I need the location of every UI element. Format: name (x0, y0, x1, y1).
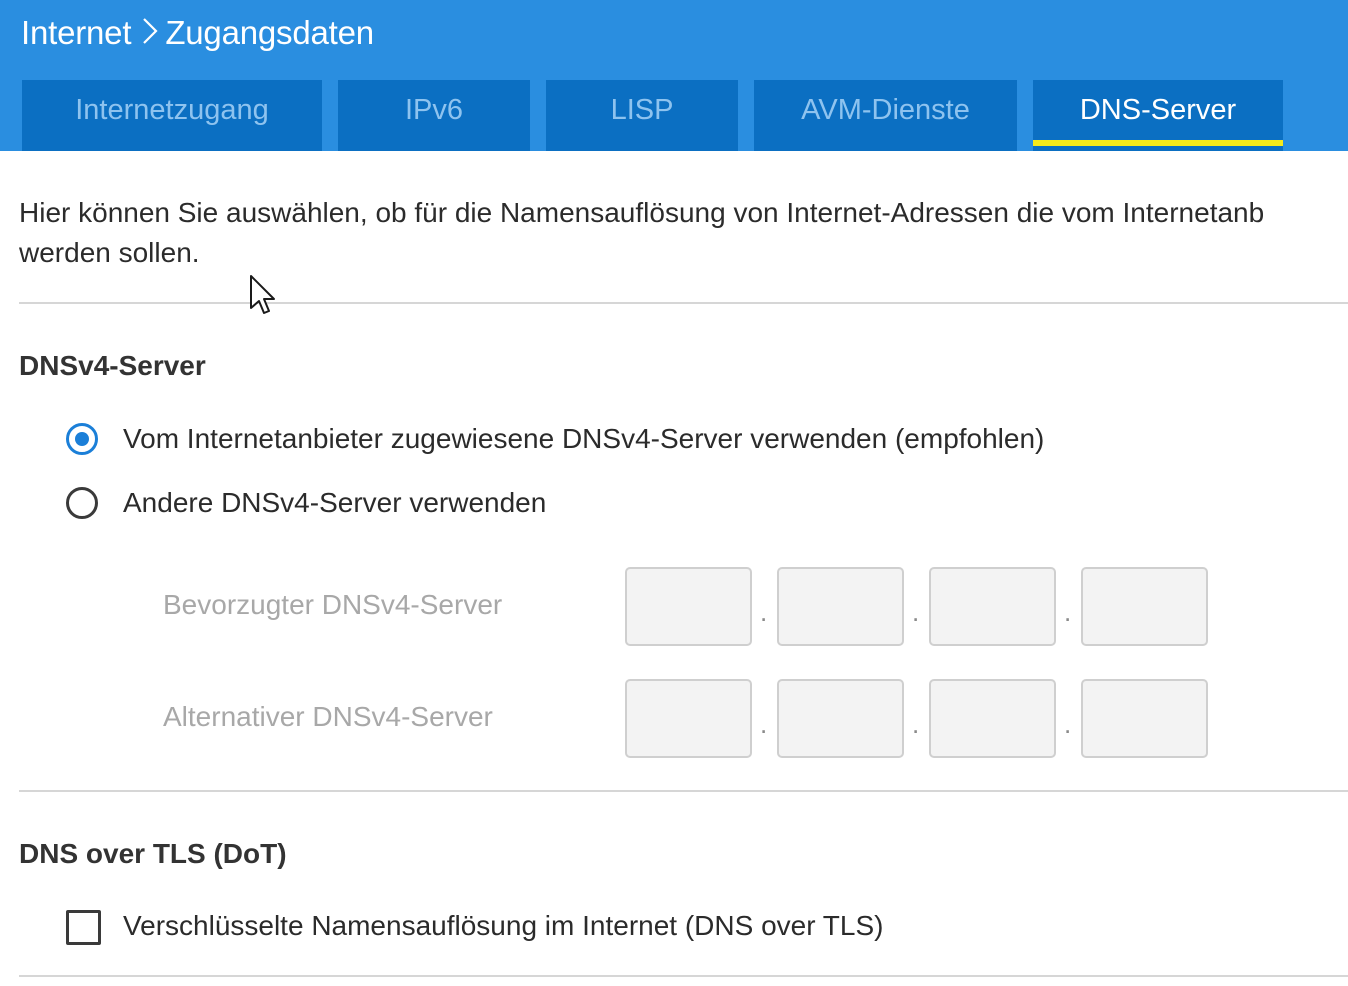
divider (19, 975, 1348, 977)
tab-ipv6[interactable]: IPv6 (338, 80, 530, 151)
preferred-dns-octet-4[interactable] (1081, 567, 1208, 646)
intro-text: Hier können Sie auswählen, ob für die Na… (19, 193, 1348, 273)
tab-label: DNS-Server (1079, 94, 1237, 126)
intro-line-1: Hier können Sie auswählen, ob für die Na… (19, 197, 1265, 228)
alternative-dns-octet-4[interactable] (1081, 679, 1208, 758)
tab-lisp[interactable]: LISP (546, 80, 738, 151)
tab-label: AVM-Dienste (801, 94, 970, 126)
divider (19, 302, 1348, 304)
breadcrumb-page: Zugangsdaten (165, 14, 374, 51)
radio-checked-icon[interactable] (66, 423, 98, 455)
alternative-dns-octet-1[interactable] (625, 679, 752, 758)
octet-separator: . (760, 597, 768, 627)
divider (19, 790, 1348, 792)
tab-label: IPv6 (404, 94, 464, 126)
checkbox-dns-over-tls-label[interactable]: Verschlüsselte Namensauflösung im Intern… (123, 908, 883, 944)
preferred-dns-octet-2[interactable] (777, 567, 904, 646)
active-tab-indicator (1033, 140, 1283, 146)
tab-internetzugang[interactable]: Internetzugang (22, 80, 322, 151)
tab-label: Internetzugang (75, 94, 269, 126)
alternative-dns-octet-3[interactable] (929, 679, 1056, 758)
dot-section-title: DNS over TLS (DoT) (19, 838, 287, 869)
alternative-dns-octet-2[interactable] (777, 679, 904, 758)
alternative-dns-label: Alternativer DNSv4-Server (163, 701, 493, 732)
mouse-pointer-icon (249, 274, 277, 316)
radio-other-dns-label[interactable]: Andere DNSv4-Server verwenden (123, 485, 546, 521)
tab-label: LISP (610, 94, 674, 126)
tab-dns-server[interactable]: DNS-Server (1033, 80, 1283, 151)
breadcrumb-section[interactable]: Internet (21, 14, 132, 51)
preferred-dns-octet-1[interactable] (625, 567, 752, 646)
preferred-dns-octet-3[interactable] (929, 567, 1056, 646)
intro-line-2: werden sollen. (19, 237, 200, 268)
tab-bar: Internetzugang IPv6 LISP AVM-Dienste DNS… (0, 80, 1348, 151)
octet-separator: . (1064, 597, 1072, 627)
preferred-dns-label: Bevorzugter DNSv4-Server (163, 589, 503, 620)
breadcrumb-separator-icon (141, 16, 159, 54)
breadcrumb: Internet Zugangsdaten (21, 14, 374, 54)
octet-separator: . (912, 709, 920, 739)
octet-separator: . (912, 597, 920, 627)
octet-separator: . (1064, 709, 1072, 739)
dnsv4-section-title: DNSv4-Server (19, 350, 206, 381)
page-header: Internet Zugangsdaten Internetzugang IPv6… (0, 0, 1348, 151)
tab-avm-dienste[interactable]: AVM-Dienste (754, 80, 1017, 151)
radio-isp-dns-label[interactable]: Vom Internetanbieter zugewiesene DNSv4-S… (123, 421, 1044, 457)
checkbox-unchecked-icon[interactable] (66, 910, 101, 945)
octet-separator: . (760, 709, 768, 739)
radio-unchecked-icon[interactable] (66, 487, 98, 519)
